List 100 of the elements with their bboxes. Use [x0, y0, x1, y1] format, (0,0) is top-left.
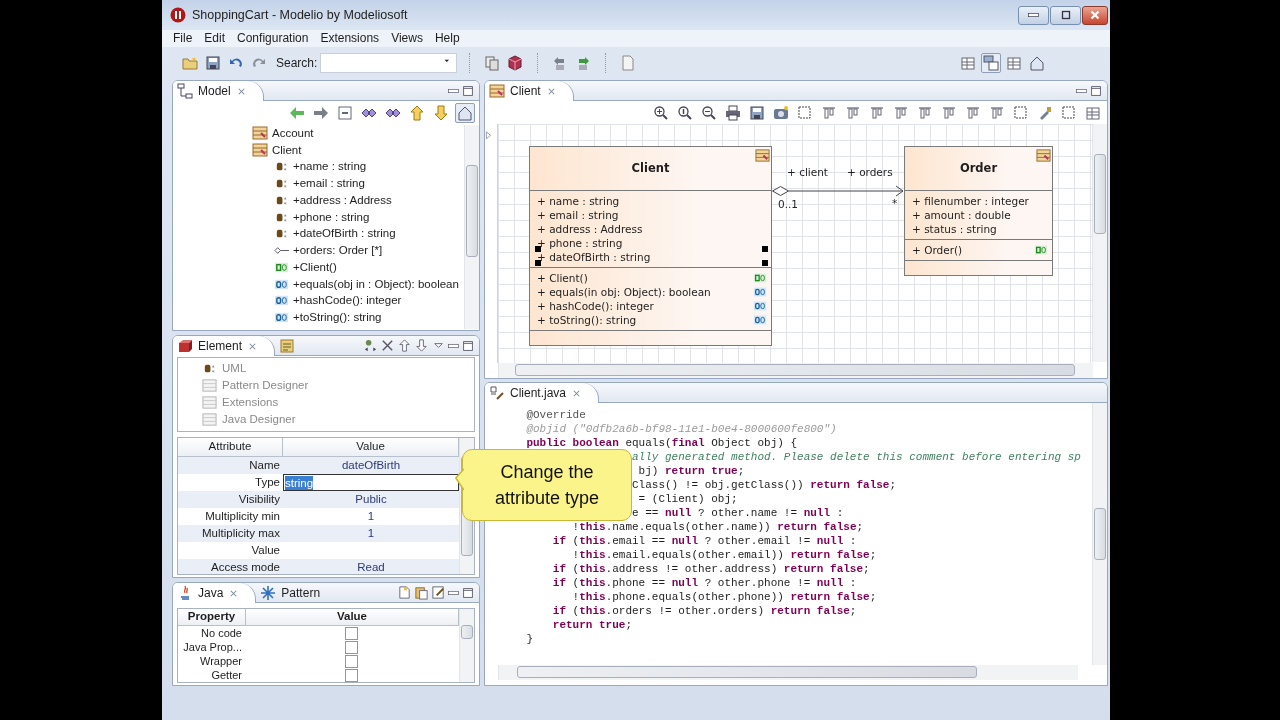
property-name: Name: [248, 458, 281, 473]
tab[interactable]: Element: [173, 336, 276, 356]
app-logo: [170, 7, 186, 23]
tree-item[interactable]: +email : string: [293, 175, 365, 193]
tree-item[interactable]: +equals(obj in : Object): boolean: [293, 275, 459, 293]
minimize-icon[interactable]: [448, 343, 459, 348]
module-item[interactable]: UML: [222, 359, 247, 378]
menu-item[interactable]: File: [167, 30, 199, 47]
tree-item[interactable]: +address : Address: [293, 191, 392, 209]
home-icon: [457, 105, 473, 121]
align-icon: [869, 104, 885, 121]
print-button[interactable]: [723, 102, 743, 123]
operation-text: + hashCode(): integer: [537, 299, 655, 313]
menu-item[interactable]: Views: [385, 30, 429, 47]
close-button[interactable]: [1082, 5, 1108, 25]
edit-icon[interactable]: [431, 585, 446, 600]
maximize-icon[interactable]: [1089, 83, 1103, 98]
search-field[interactable]: [320, 52, 458, 73]
operation-text: + Client(): [537, 271, 589, 285]
tree-item[interactable]: Account: [272, 124, 314, 142]
menu-item[interactable]: Help: [428, 30, 466, 47]
code-line: bj) return true;: [638, 464, 745, 478]
class-icon: [252, 125, 268, 142]
down-icon: [433, 105, 449, 121]
constructor-icon: [752, 271, 768, 285]
home-button[interactable]: [455, 103, 475, 123]
tab[interactable]: Client.java: [485, 383, 600, 403]
scrollbar[interactable]: [1092, 124, 1107, 362]
tab[interactable]: Model: [173, 81, 264, 101]
tab[interactable]: Java: [173, 583, 257, 603]
selection-handle[interactable]: [535, 246, 541, 252]
up-icon: [409, 105, 425, 121]
selection-handle[interactable]: [762, 246, 768, 252]
menu-item[interactable]: Edit: [198, 30, 232, 47]
scrollbar[interactable]: [464, 125, 479, 329]
minimize-button[interactable]: [1018, 5, 1049, 25]
delete-icon[interactable]: [380, 338, 395, 353]
paste-icon[interactable]: [414, 585, 429, 600]
stereotype-icon[interactable]: [363, 338, 378, 353]
tree-item[interactable]: Client: [272, 141, 302, 159]
class-box[interactable]: Client + name : string + email : string + address : Address + phone : string + dateOfBirth : string + Client() + equals(in obj: Object): boolean + hashCode(): integer + toString(): string: [529, 146, 772, 346]
checkbox[interactable]: [345, 640, 358, 654]
perspective-button[interactable]: [981, 52, 1001, 73]
maximize-icon[interactable]: [461, 585, 475, 600]
column-header[interactable]: Property: [178, 609, 246, 625]
property-name: Wrapper: [199, 654, 243, 668]
callout-pointer: [455, 468, 464, 491]
class-name: Client: [631, 159, 670, 177]
maximize-icon[interactable]: [461, 83, 475, 98]
camera-icon: [773, 104, 789, 121]
checkbox[interactable]: [345, 668, 358, 682]
align-icon: [941, 104, 957, 121]
selection-handle[interactable]: [762, 260, 768, 266]
scrollbar[interactable]: [498, 363, 1093, 378]
maximize-icon[interactable]: [461, 338, 475, 353]
tree-item[interactable]: +Client(): [293, 258, 337, 276]
menu-item[interactable]: Extensions: [314, 30, 386, 47]
tab[interactable]: Pattern: [256, 583, 337, 602]
checkbox[interactable]: [345, 654, 358, 668]
property-name: Getter: [210, 668, 243, 682]
collapse-button[interactable]: [335, 103, 355, 123]
tree-item[interactable]: +phone : string: [293, 208, 370, 226]
module-item[interactable]: Java Designer: [222, 410, 296, 429]
new-file-icon[interactable]: [397, 585, 412, 600]
scrollbar[interactable]: [1092, 403, 1107, 665]
property-name: Multiplicity max: [201, 526, 281, 541]
align-icon: [893, 104, 909, 121]
perspective-icon: [983, 54, 999, 71]
operation-icon: [752, 313, 768, 327]
diagram-icon: [489, 83, 505, 99]
selection-handle[interactable]: [535, 260, 541, 266]
tab[interactable]: Client: [485, 81, 574, 101]
down-icon[interactable]: [414, 338, 429, 353]
module-item[interactable]: Extensions: [222, 393, 279, 412]
tree-item[interactable]: +name : string: [293, 158, 367, 176]
zoom-reset-icon: [677, 104, 693, 121]
value-field[interactable]: string: [283, 474, 459, 491]
module-item[interactable]: Pattern Designer: [222, 376, 309, 395]
documents-icon: [484, 54, 501, 71]
up-icon[interactable]: [397, 338, 412, 353]
class-box[interactable]: Order + filenumber : integer + amount : double + status : string + Order(): [904, 146, 1053, 276]
maximize-button[interactable]: [1050, 5, 1081, 25]
scrollbar[interactable]: [498, 665, 1078, 680]
tree-item[interactable]: +dateOfBirth : string: [293, 225, 396, 243]
menu-item[interactable]: Configuration: [231, 30, 315, 47]
minimize-icon[interactable]: [448, 590, 459, 595]
property-value: Public: [354, 492, 388, 507]
minimize-icon[interactable]: [1076, 88, 1087, 93]
minimize-icon[interactable]: [448, 88, 459, 93]
table-icon: [960, 54, 976, 71]
scrollbar[interactable]: [459, 609, 474, 682]
association-line[interactable]: [772, 185, 904, 197]
checkbox[interactable]: [345, 626, 358, 640]
column-header[interactable]: Attribute: [178, 438, 283, 456]
operation-icon: [752, 285, 768, 299]
tree-item[interactable]: +orders: Order [*]: [293, 242, 383, 260]
tree-item[interactable]: +hashCode(): integer: [293, 292, 402, 310]
role-label: + client: [787, 165, 828, 180]
tree-item[interactable]: +toString(): string: [293, 309, 382, 327]
attribute-text: + status : string: [912, 222, 997, 236]
